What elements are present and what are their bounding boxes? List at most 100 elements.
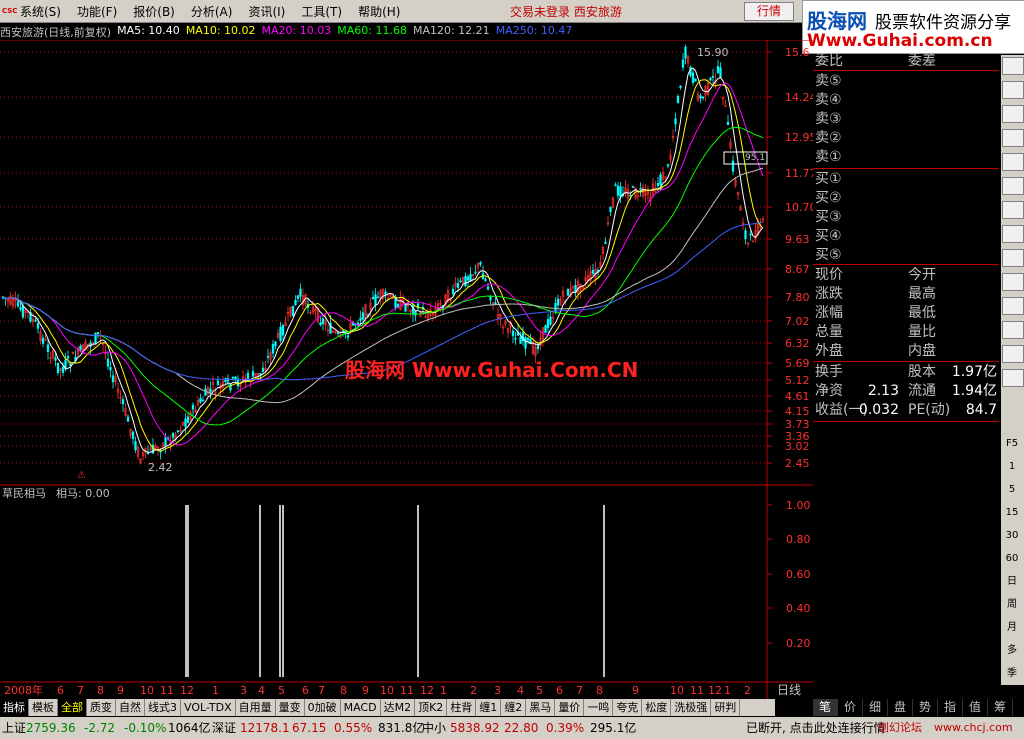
toolbar-tool-icon[interactable] bbox=[1002, 249, 1024, 267]
menu-system[interactable]: 系统(S) bbox=[20, 3, 61, 20]
panel-label: 最低 bbox=[908, 305, 936, 321]
period-button[interactable]: 1 bbox=[1002, 458, 1022, 476]
buy-level-row[interactable]: 买④ bbox=[813, 227, 999, 246]
sell-level-row[interactable]: 卖④ bbox=[813, 91, 999, 110]
indicator-tab[interactable]: 一鸣 bbox=[584, 699, 614, 716]
month-label: 8 bbox=[97, 684, 104, 697]
panel-label: 买① bbox=[815, 171, 842, 187]
indicator-tab[interactable]: 0加破 bbox=[305, 699, 341, 716]
quote-button[interactable]: 行情 bbox=[744, 2, 794, 21]
period-button[interactable]: 15 bbox=[1002, 504, 1022, 522]
price-axis: 15.6 14.24 12.95 11.77 10.70 9.63 8.67 7.80 7.02… bbox=[0, 46, 813, 470]
menu-function[interactable]: 功能(F) bbox=[77, 3, 117, 20]
toolbar-tool-icon[interactable] bbox=[1002, 369, 1024, 387]
toolbar-tool-icon[interactable] bbox=[1002, 129, 1024, 147]
period-button[interactable]: 30 bbox=[1002, 527, 1022, 545]
indicator-tab[interactable]: 洗极强 bbox=[671, 699, 712, 716]
indicator-tab[interactable]: 量价 bbox=[555, 699, 585, 716]
period-button[interactable]: 周 bbox=[1002, 596, 1022, 614]
buy-level-row[interactable]: 买① bbox=[813, 170, 999, 189]
indicator-tab[interactable]: 夸克 bbox=[613, 699, 643, 716]
sell-level-row[interactable]: 卖① bbox=[813, 148, 999, 167]
order-ratio-row: 委比 委差 bbox=[813, 52, 999, 71]
sell-level-row[interactable]: 卖③ bbox=[813, 110, 999, 129]
panel-label: 委差 bbox=[908, 53, 936, 69]
indicator-tab[interactable]: 松度 bbox=[642, 699, 672, 716]
panel-value: 84.7 bbox=[965, 402, 997, 418]
panel-value: 2.13 bbox=[867, 383, 899, 399]
toolbar-tool-icon[interactable] bbox=[1002, 153, 1024, 171]
panel-label: 委比 bbox=[815, 53, 843, 69]
period-button[interactable]: F5 bbox=[1002, 435, 1022, 453]
indicator-tab[interactable]: 研判 bbox=[711, 699, 741, 716]
fundamental-row: 收益(一) 0.032 PE(动) 84.7 bbox=[813, 401, 999, 420]
panel-value: 0.032 bbox=[858, 402, 899, 418]
indicator-tab[interactable]: VOL-TDX bbox=[181, 699, 236, 716]
indicator-tab[interactable]: 量变 bbox=[276, 699, 305, 716]
sell-level-row[interactable]: 卖② bbox=[813, 129, 999, 148]
indicator-tab[interactable]: 缠1 bbox=[476, 699, 502, 716]
indicator-tab[interactable]: 质变 bbox=[87, 699, 116, 716]
indicator-tab[interactable]: 自用量 bbox=[236, 699, 276, 716]
indicator-name: 草民相马 bbox=[2, 487, 46, 500]
panel-tab[interactable]: 细 bbox=[863, 699, 888, 716]
period-button[interactable]: 季 bbox=[1002, 665, 1022, 683]
indicator-tab[interactable]: 黑马 bbox=[526, 699, 556, 716]
toolbar-tool-icon[interactable] bbox=[1002, 273, 1024, 291]
indicator-tab[interactable]: 达M2 bbox=[381, 699, 416, 716]
month-label: 10 bbox=[380, 684, 394, 697]
panel-tab[interactable]: 盘 bbox=[888, 699, 913, 716]
panel-tab[interactable]: 势 bbox=[913, 699, 938, 716]
candle-body bbox=[519, 336, 522, 344]
period-button[interactable]: 日 bbox=[1002, 573, 1022, 591]
connect-message[interactable]: 已断开, 点击此处连接行情 bbox=[746, 717, 886, 739]
buy-level-row[interactable]: 买② bbox=[813, 189, 999, 208]
menu-analysis[interactable]: 分析(A) bbox=[191, 3, 233, 20]
indicator-tab[interactable]: 柱背 bbox=[447, 699, 477, 716]
indicator-tab[interactable]: 全部 bbox=[58, 699, 87, 716]
indicator-tab[interactable]: 模板 bbox=[29, 699, 58, 716]
candle-body bbox=[464, 276, 467, 287]
candle-body bbox=[96, 332, 100, 335]
candle-body bbox=[614, 184, 617, 186]
indicator-tab[interactable]: 指标 bbox=[0, 699, 29, 716]
buy-level-row[interactable]: 买⑤ bbox=[813, 246, 999, 265]
menu-help[interactable]: 帮助(H) bbox=[358, 3, 400, 20]
period-button[interactable]: 月 bbox=[1002, 619, 1022, 637]
period-button[interactable]: 60 bbox=[1002, 550, 1022, 568]
panel-tab[interactable]: 值 bbox=[963, 699, 988, 716]
menu-info[interactable]: 资讯(I) bbox=[248, 3, 285, 20]
toolbar-tool-icon[interactable] bbox=[1002, 105, 1024, 123]
indicator-tick-label: 1.00 bbox=[786, 499, 811, 512]
toolbar-tool-icon[interactable] bbox=[1002, 225, 1024, 243]
toolbar-tool-icon[interactable] bbox=[1002, 201, 1024, 219]
quote-stat-row: 涨跌 最高 bbox=[813, 285, 999, 304]
panel-tab[interactable]: 笔 bbox=[813, 699, 838, 716]
indicator-tab[interactable]: 自然 bbox=[116, 699, 145, 716]
indicator-tab[interactable]: 线式3 bbox=[145, 699, 181, 716]
candle-body bbox=[679, 85, 682, 88]
panel-label: 量比 bbox=[908, 324, 936, 340]
kline-chart[interactable]: 15.6 14.24 12.95 11.77 10.70 9.63 8.67 7.80 7.02… bbox=[0, 40, 813, 699]
toolbar-tool-icon[interactable] bbox=[1002, 81, 1024, 99]
panel-tab[interactable]: 价 bbox=[838, 699, 863, 716]
panel-label: 卖③ bbox=[815, 111, 842, 127]
buy-level-row[interactable]: 买③ bbox=[813, 208, 999, 227]
toolbar-tool-icon[interactable] bbox=[1002, 57, 1024, 75]
toolbar-tool-icon[interactable] bbox=[1002, 177, 1024, 195]
menu-quote[interactable]: 报价(B) bbox=[133, 3, 175, 20]
indicator-tab[interactable]: MACD bbox=[341, 699, 381, 716]
toolbar-tool-icon[interactable] bbox=[1002, 321, 1024, 339]
toolbar-tool-icon[interactable] bbox=[1002, 297, 1024, 315]
indicator-tab[interactable]: 缠2 bbox=[501, 699, 527, 716]
ma120-label: MA120: 12.21 bbox=[412, 24, 490, 37]
period-button[interactable]: 5 bbox=[1002, 481, 1022, 499]
month-label: 9 bbox=[362, 684, 369, 697]
panel-tab[interactable]: 筹 bbox=[988, 699, 1013, 716]
menu-tools[interactable]: 工具(T) bbox=[301, 3, 342, 20]
toolbar-tool-icon[interactable] bbox=[1002, 345, 1024, 363]
sell-level-row[interactable]: 卖⑤ bbox=[813, 72, 999, 91]
indicator-tab[interactable]: 顶K2 bbox=[415, 699, 448, 716]
period-button[interactable]: 多 bbox=[1002, 642, 1022, 660]
panel-tab[interactable]: 指 bbox=[938, 699, 963, 716]
